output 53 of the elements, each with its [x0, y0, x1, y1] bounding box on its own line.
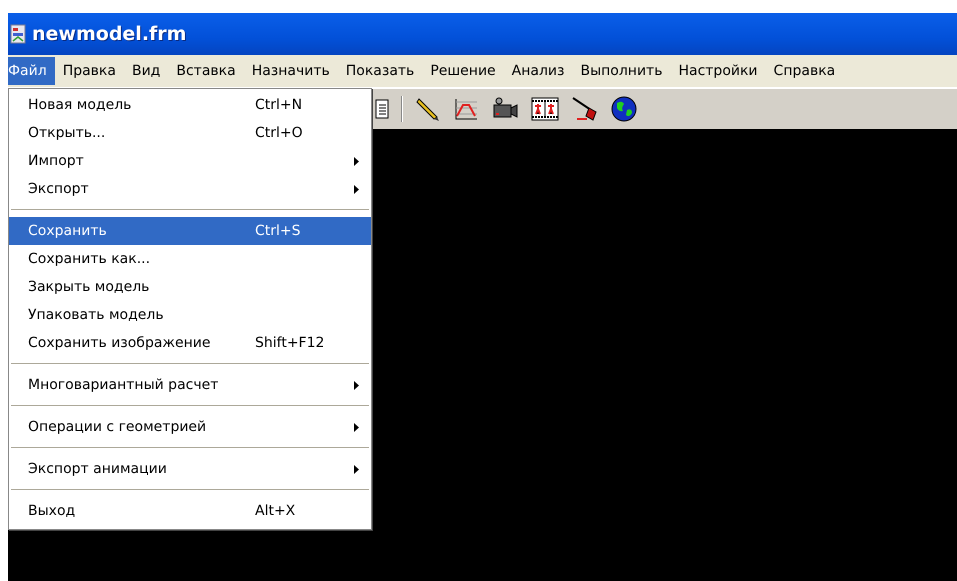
menu-entry-label: Многовариантный расчет — [28, 377, 218, 393]
submenu-arrow-icon — [354, 422, 359, 432]
shortcut-label: Alt+X — [255, 503, 296, 519]
shortcut-label: Ctrl+S — [255, 223, 301, 239]
menu-entry-label: Сохранить как... — [28, 251, 150, 267]
menu-entry[interactable]: Операции с геометрией — [9, 413, 371, 441]
menu-item[interactable]: Файл — [8, 57, 55, 85]
menu-entry[interactable]: Экспорт — [9, 175, 371, 203]
menu-entry-label: Сохранить — [28, 223, 107, 239]
chart-icon[interactable] — [453, 96, 479, 122]
menu-entry-label: Экспорт анимации — [28, 461, 167, 477]
pencil-icon[interactable] — [415, 96, 441, 122]
menu-item[interactable]: Назначить — [244, 57, 338, 85]
menu-item[interactable]: Выполнить — [572, 57, 670, 85]
app-icon — [10, 24, 26, 44]
menu-entry-label: Новая модель — [28, 97, 132, 113]
menu-entry[interactable]: Сохранить Ctrl+S — [9, 217, 371, 245]
menu-entry[interactable]: Экспорт анимации — [9, 455, 371, 483]
menu-entry-label: Упаковать модель — [28, 307, 164, 323]
menu-item[interactable]: Показать — [338, 57, 422, 85]
shortcut-label: Ctrl+N — [255, 97, 302, 113]
window-title: newmodel.frm — [32, 23, 186, 45]
menu-entry[interactable]: Сохранить как... — [9, 245, 371, 273]
menu-entry-label: Выход — [28, 503, 76, 519]
menu-item[interactable]: Настройки — [670, 57, 766, 85]
menu-entry[interactable]: Упаковать модель — [9, 301, 371, 329]
submenu-arrow-icon — [354, 184, 359, 194]
shortcut-label: Shift+F12 — [255, 335, 324, 351]
menu-item[interactable]: Вид — [124, 57, 168, 85]
menu-item[interactable]: Анализ — [504, 57, 572, 85]
submenu-arrow-icon — [354, 156, 359, 166]
menu-entry-label: Импорт — [28, 153, 84, 169]
menu-entry-label: Экспорт — [28, 181, 89, 197]
menu-item[interactable]: Решение — [422, 57, 504, 85]
submenu-arrow-icon — [354, 380, 359, 390]
menu-item[interactable]: Вставка — [168, 57, 244, 85]
menu-entry[interactable]: Открыть... Ctrl+O — [9, 119, 371, 147]
globe-icon[interactable] — [611, 96, 637, 122]
submenu-arrow-icon — [354, 464, 359, 474]
menu-item[interactable]: Справка — [766, 57, 844, 85]
menu-entry-label: Открыть... — [28, 125, 106, 141]
menu-item[interactable]: Правка — [54, 57, 124, 85]
menu-entry[interactable]: Сохранить изображение Shift+F12 — [9, 329, 371, 357]
menu-entry-label: Закрыть модель — [28, 279, 150, 295]
shortcut-label: Ctrl+O — [255, 125, 303, 141]
film-strip-icon[interactable] — [531, 96, 559, 122]
menu-entry[interactable]: Импорт — [9, 147, 371, 175]
menu-entry-label: Операции с геометрией — [28, 419, 206, 435]
menu-entry[interactable]: Новая модель Ctrl+N — [9, 91, 371, 119]
menu-entry-label: Сохранить изображение — [28, 335, 210, 351]
menu-entry[interactable]: Выход Alt+X — [9, 497, 371, 525]
menu-entry[interactable]: Многовариантный расчет — [9, 371, 371, 399]
menu-entry[interactable]: Закрыть модель — [9, 273, 371, 301]
